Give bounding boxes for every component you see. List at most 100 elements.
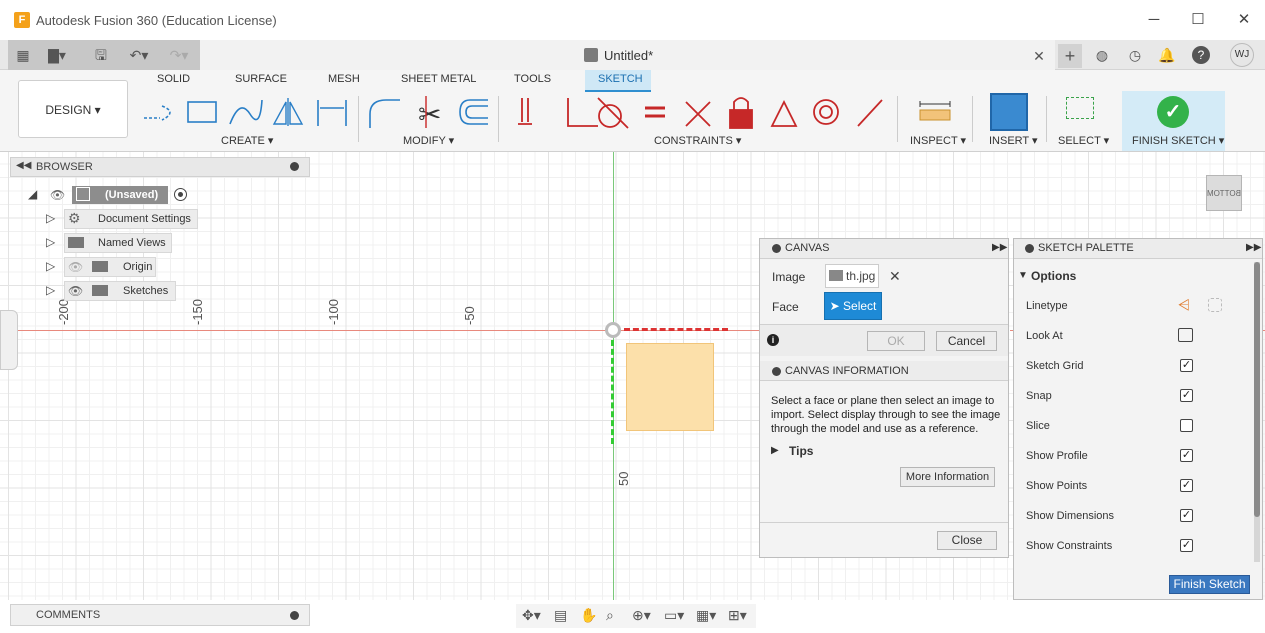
canvas-image-preview[interactable] bbox=[626, 343, 714, 431]
minimize-button[interactable]: ─ bbox=[1142, 8, 1166, 32]
history-icon[interactable]: ◷ bbox=[1126, 46, 1144, 64]
tab-sheet-metal[interactable]: SHEET METAL bbox=[401, 73, 476, 85]
close-document-button[interactable]: ✕ bbox=[1030, 47, 1048, 65]
collapse-palette-icon[interactable] bbox=[1025, 244, 1034, 253]
triangle-constraint-icon[interactable] bbox=[770, 99, 798, 127]
expand-icon[interactable]: ▷ bbox=[46, 283, 55, 297]
expand-icon[interactable]: ▷ bbox=[46, 235, 55, 249]
tab-mesh[interactable]: MESH bbox=[328, 73, 360, 85]
tips-label[interactable]: Tips bbox=[789, 444, 813, 458]
trim-tool-icon[interactable]: ✂ bbox=[418, 96, 441, 130]
save-icon[interactable]: 🖫 bbox=[92, 46, 110, 64]
snap-checkbox[interactable]: ✓ bbox=[1180, 389, 1193, 402]
tab-surface[interactable]: SURFACE bbox=[235, 73, 287, 85]
collapse-browser-icon[interactable]: ◀◀ bbox=[16, 160, 31, 171]
add-comment-icon[interactable] bbox=[290, 611, 299, 620]
tab-sketch[interactable]: SKETCH bbox=[598, 73, 643, 85]
line-tool-icon[interactable] bbox=[144, 105, 171, 121]
finish-sketch-button[interactable]: Finish Sketch bbox=[1169, 575, 1250, 594]
linetype-centerline-icon[interactable] bbox=[1208, 298, 1222, 312]
workspace-switcher-button[interactable]: DESIGN ▾ bbox=[18, 80, 128, 138]
job-status-icon[interactable]: ◍ bbox=[1093, 46, 1111, 64]
ok-button[interactable]: OK bbox=[867, 331, 925, 351]
expand-palette-icon[interactable]: ▶▶ bbox=[1246, 242, 1261, 253]
options-section-title[interactable]: Options bbox=[1031, 269, 1076, 283]
create-menu-button[interactable]: CREATE ▾ bbox=[221, 134, 273, 147]
more-information-button[interactable]: More Information bbox=[900, 467, 995, 487]
tab-tools[interactable]: TOOLS bbox=[514, 73, 551, 85]
minimize-panel-icon[interactable] bbox=[290, 162, 299, 171]
fix-constraint-icon[interactable] bbox=[729, 97, 753, 129]
show-profile-checkbox[interactable]: ✓ bbox=[1180, 449, 1193, 462]
expand-dialog-icon[interactable]: ▶▶ bbox=[992, 242, 1007, 253]
dimension-tool-icon[interactable] bbox=[317, 100, 347, 126]
fillet-tool-icon[interactable] bbox=[369, 99, 400, 128]
user-avatar[interactable]: WJ bbox=[1230, 43, 1254, 67]
insert-menu-button[interactable]: INSERT ▾ bbox=[989, 134, 1038, 147]
constraints-menu-button[interactable]: CONSTRAINTS ▾ bbox=[654, 134, 741, 147]
mirror-tool-icon[interactable] bbox=[272, 98, 304, 126]
expand-icon[interactable]: ▷ bbox=[46, 259, 55, 273]
expand-root-icon[interactable]: ◢ bbox=[28, 187, 37, 201]
finish-sketch-menu-button[interactable]: FINISH SKETCH ▾ bbox=[1132, 134, 1224, 147]
inspect-menu-button[interactable]: INSPECT ▾ bbox=[910, 134, 966, 147]
info-icon[interactable]: i bbox=[767, 334, 779, 346]
expand-icon[interactable]: ▷ bbox=[46, 211, 55, 225]
spline-tool-icon[interactable] bbox=[229, 99, 263, 125]
undo-icon[interactable]: ↶▾ bbox=[124, 46, 154, 64]
tangent-constraint-icon[interactable] bbox=[597, 97, 629, 129]
measure-ruler-icon[interactable] bbox=[918, 100, 954, 124]
close-dialog-button[interactable]: Close bbox=[937, 531, 997, 550]
cancel-button[interactable]: Cancel bbox=[936, 331, 997, 351]
help-icon[interactable]: ? bbox=[1192, 46, 1210, 64]
insert-image-icon[interactable] bbox=[990, 93, 1028, 131]
show-constraints-checkbox[interactable]: ✓ bbox=[1180, 539, 1193, 552]
display-settings-icon[interactable]: ▭▾ bbox=[664, 607, 684, 624]
look-at-icon[interactable] bbox=[1178, 328, 1193, 342]
pan-hand-icon[interactable]: ✋ bbox=[580, 607, 597, 624]
horizontal-vertical-constraint-icon[interactable] bbox=[518, 98, 532, 125]
select-menu-button[interactable]: SELECT ▾ bbox=[1058, 134, 1109, 147]
equal-constraint-icon[interactable] bbox=[645, 106, 665, 118]
look-at-nav-icon[interactable]: ▤ bbox=[554, 607, 567, 624]
options-collapse-icon[interactable]: ▼ bbox=[1018, 270, 1028, 281]
fit-icon[interactable]: ⊕▾ bbox=[632, 607, 651, 624]
modify-menu-button[interactable]: MODIFY ▾ bbox=[403, 134, 454, 147]
close-window-button[interactable]: ✕ bbox=[1232, 8, 1256, 32]
visibility-eye-icon[interactable]: 👁 bbox=[50, 188, 65, 202]
midpoint-constraint-icon[interactable] bbox=[857, 99, 883, 127]
collapse-dialog-icon[interactable] bbox=[772, 244, 781, 253]
redo-icon[interactable]: ↷▾ bbox=[164, 46, 194, 64]
expand-tips-icon[interactable]: ▶ bbox=[771, 445, 779, 456]
window-select-icon[interactable] bbox=[1066, 97, 1094, 119]
new-tab-button[interactable]: + bbox=[1058, 44, 1082, 68]
grid-settings-icon[interactable]: ▦▾ bbox=[696, 607, 716, 624]
face-select-button[interactable]: ➤ Select bbox=[824, 292, 882, 320]
clear-image-icon[interactable]: ✕ bbox=[889, 268, 901, 285]
hidden-eye-icon[interactable]: 👁 bbox=[68, 260, 83, 274]
linetype-construction-icon[interactable]: ⩤ bbox=[1178, 297, 1190, 314]
visibility-eye-icon[interactable]: 👁 bbox=[68, 284, 83, 298]
view-cube[interactable]: BOTTOM bbox=[1206, 175, 1242, 211]
panel-collapse-handle[interactable] bbox=[0, 310, 18, 370]
notifications-bell-icon[interactable]: 🔔 bbox=[1158, 46, 1176, 64]
offset-tool-icon[interactable] bbox=[459, 99, 488, 125]
orbit-icon[interactable]: ✥▾ bbox=[522, 607, 541, 624]
checkmark-icon[interactable]: ✓ bbox=[1157, 96, 1189, 128]
palette-scrollbar-thumb[interactable] bbox=[1254, 262, 1260, 517]
zoom-icon[interactable]: ⌕ bbox=[606, 607, 614, 624]
coincident-constraint-icon[interactable] bbox=[567, 98, 598, 127]
file-menu-icon[interactable]: ▇▾ bbox=[48, 46, 66, 64]
app-grid-icon[interactable]: ▦ bbox=[14, 46, 32, 64]
rectangle-tool-icon[interactable] bbox=[187, 101, 217, 123]
viewports-icon[interactable]: ⊞▾ bbox=[728, 607, 747, 624]
show-points-checkbox[interactable]: ✓ bbox=[1180, 479, 1193, 492]
sketch-grid-checkbox[interactable]: ✓ bbox=[1180, 359, 1193, 372]
slice-checkbox[interactable] bbox=[1180, 419, 1193, 432]
collapse-info-icon[interactable] bbox=[772, 367, 781, 376]
show-dimensions-checkbox[interactable]: ✓ bbox=[1180, 509, 1193, 522]
maximize-button[interactable]: ☐ bbox=[1186, 8, 1210, 32]
tab-solid[interactable]: SOLID bbox=[157, 73, 190, 85]
origin-point[interactable] bbox=[605, 322, 621, 338]
perpendicular-constraint-icon[interactable] bbox=[685, 101, 711, 127]
